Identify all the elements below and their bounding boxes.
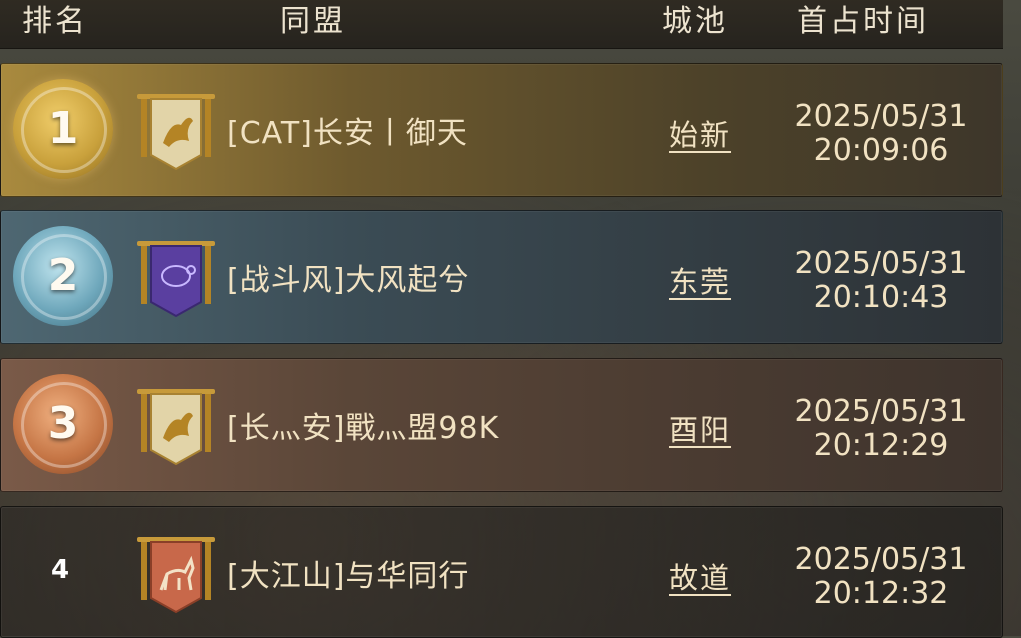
qilin-banner-icon: [137, 389, 215, 466]
header-first-time: 首占时间: [797, 4, 929, 39]
first-capture-time: 2025/05/31 20:09:06: [781, 100, 981, 168]
capture-date: 2025/05/31: [794, 394, 968, 429]
city-link[interactable]: 东莞: [669, 259, 731, 301]
capture-clock: 20:12:32: [813, 576, 949, 611]
header-rank: 排名: [22, 4, 88, 39]
rank-number: 1: [47, 103, 79, 154]
alliance-name[interactable]: [战斗风]大风起兮: [227, 255, 469, 299]
capture-clock: 20:12:29: [813, 428, 949, 463]
capture-date: 2025/05/31: [794, 246, 968, 281]
bronze-medal-icon: 3: [13, 374, 113, 474]
capture-date: 2025/05/31: [794, 99, 968, 134]
first-capture-time: 2025/05/31 20:12:32: [781, 543, 981, 611]
rank-number: 3: [47, 398, 79, 449]
header-city: 城池: [662, 4, 728, 39]
alliance-name[interactable]: [长灬安]戰灬盟98K: [227, 403, 499, 447]
capture-clock: 20:10:43: [813, 280, 949, 315]
city-link[interactable]: 始新: [669, 112, 731, 154]
qilin-banner-icon: [137, 94, 215, 171]
ranking-row-2: 2 [战斗风]大风起兮 东莞 2025/05/31 20:10:43: [0, 210, 1003, 344]
deer-banner-icon: [137, 537, 215, 614]
gold-medal-icon: 1: [13, 79, 113, 179]
alliance-name[interactable]: [大江山]与华同行: [227, 551, 469, 595]
ranking-row-4: 4 [大江山]与华同行 故道 2025/05/31 20:12:32: [0, 506, 1003, 638]
alliance-name[interactable]: [CAT]长安丨御天: [227, 108, 468, 152]
capture-clock: 20:09:06: [813, 133, 949, 168]
first-capture-time: 2025/05/31 20:12:29: [781, 395, 981, 463]
tortoise-banner-icon: [137, 241, 215, 318]
rank-number: 4: [51, 555, 70, 585]
ranking-row-1: 1 [CAT]长安丨御天 始新 2025/05/31 20:09:06: [0, 63, 1003, 197]
header-alliance: 同盟: [280, 4, 346, 39]
first-capture-time: 2025/05/31 20:10:43: [781, 247, 981, 315]
city-link[interactable]: 酉阳: [669, 407, 731, 449]
silver-medal-icon: 2: [13, 226, 113, 326]
rank-number: 2: [47, 250, 79, 301]
capture-date: 2025/05/31: [794, 542, 968, 577]
city-link[interactable]: 故道: [669, 555, 731, 597]
ranking-row-3: 3 [长灬安]戰灬盟98K 酉阳 2025/05/31 20:12:29: [0, 358, 1003, 492]
ranking-header: 排名 同盟 城池 首占时间: [0, 0, 1003, 49]
